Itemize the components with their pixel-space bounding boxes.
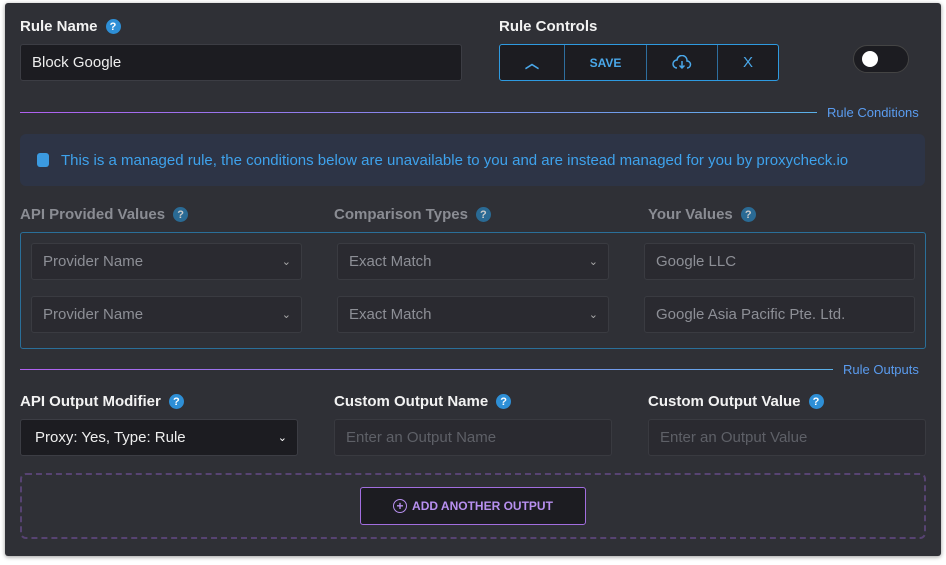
- output-value-input[interactable]: Enter an Output Value: [648, 419, 926, 456]
- section-rule-outputs: Rule Outputs: [843, 362, 919, 377]
- chevron-up-icon: ︿: [525, 54, 539, 71]
- comparison-select: Exact Match ⌄: [337, 243, 609, 280]
- value-input: Google Asia Pacific Pte. Ltd.: [644, 296, 915, 333]
- help-icon[interactable]: ?: [496, 394, 512, 409]
- help-icon[interactable]: ?: [808, 394, 824, 409]
- api-value-select: Provider Name ⌄: [31, 243, 302, 280]
- robot-icon: [37, 153, 49, 167]
- help-icon[interactable]: ?: [475, 207, 491, 222]
- help-icon[interactable]: ?: [173, 207, 189, 222]
- comparison-select: Exact Match ⌄: [337, 296, 609, 333]
- value-input: Google LLC: [644, 243, 915, 280]
- managed-notice: This is a managed rule, the conditions b…: [20, 134, 925, 186]
- rule-name-label: Rule Name?: [20, 18, 121, 35]
- toggle-knob: [862, 51, 878, 67]
- add-output-zone: + ADD ANOTHER OUTPUT: [20, 473, 926, 539]
- divider: [20, 369, 833, 370]
- help-icon[interactable]: ?: [740, 207, 756, 222]
- divider: [20, 112, 817, 113]
- conditions-box: Provider Name ⌄ Exact Match ⌄ Google LLC P…: [20, 232, 926, 349]
- help-icon[interactable]: ?: [105, 19, 121, 34]
- delete-button[interactable]: X: [718, 45, 778, 80]
- output-value-label: Custom Output Value?: [648, 393, 824, 410]
- output-modifier-select[interactable]: Proxy: Yes, Type: Rule ⌄: [20, 419, 298, 456]
- cloud-download-icon: [672, 54, 692, 69]
- comparison-header: Comparison Types?: [334, 206, 491, 223]
- api-value-select: Provider Name ⌄: [31, 296, 302, 333]
- section-rule-conditions: Rule Conditions: [827, 105, 919, 120]
- rule-name-input[interactable]: Block Google: [20, 44, 462, 81]
- help-icon[interactable]: ?: [168, 394, 184, 409]
- save-button[interactable]: SAVE: [565, 45, 647, 80]
- rule-enabled-toggle[interactable]: [853, 45, 909, 73]
- output-name-label: Custom Output Name?: [334, 393, 512, 410]
- download-button[interactable]: [647, 45, 718, 80]
- rule-controls-label: Rule Controls: [499, 18, 598, 35]
- output-name-input[interactable]: Enter an Output Name: [334, 419, 612, 456]
- modifier-label: API Output Modifier?: [20, 393, 184, 410]
- rule-panel: Rule Name? Block Google Rule Controls ︿ …: [5, 3, 941, 556]
- your-values-header: Your Values?: [648, 206, 756, 223]
- plus-circle-icon: +: [393, 499, 408, 513]
- collapse-button[interactable]: ︿: [500, 45, 565, 80]
- add-output-button[interactable]: + ADD ANOTHER OUTPUT: [360, 487, 586, 525]
- api-values-header: API Provided Values?: [20, 206, 189, 223]
- rule-controls: ︿ SAVE X: [499, 44, 779, 81]
